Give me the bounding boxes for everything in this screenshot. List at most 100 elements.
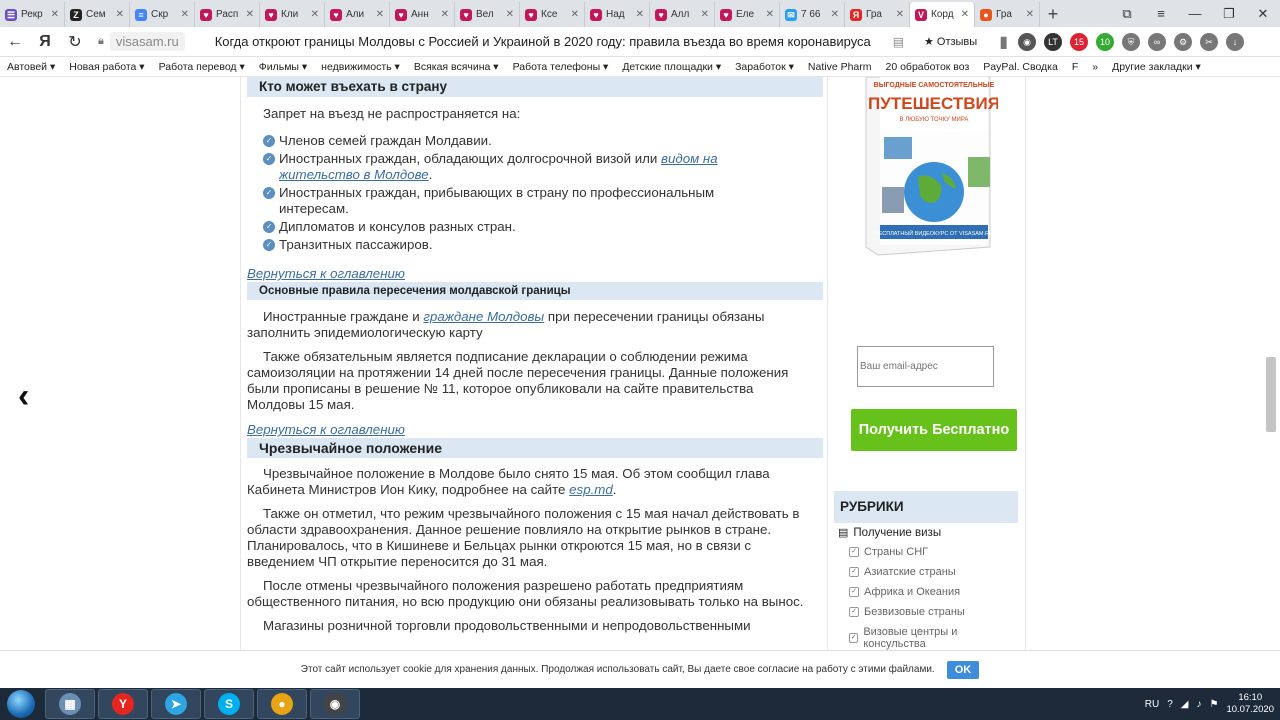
bookmark-item[interactable]: » [1085, 61, 1105, 73]
close-icon[interactable]: ✕ [376, 9, 384, 20]
settings-icon[interactable]: ⚙ [1174, 32, 1192, 51]
tab-15[interactable]: ● Гра ✕ [975, 2, 1040, 27]
close-icon[interactable]: ✕ [571, 9, 579, 20]
close-icon[interactable]: ✕ [116, 9, 124, 20]
bookmark-item[interactable]: Фильмы ▾ [252, 61, 314, 73]
back-to-toc-link[interactable]: Вернуться к оглавлению [247, 266, 805, 282]
ext-badge-icon-2[interactable]: 10 [1096, 32, 1114, 51]
tab-11[interactable]: ♥ Еле ✕ [715, 2, 780, 27]
reload-button[interactable]: ↻ [60, 32, 90, 52]
tab-3[interactable]: ♥ Расп ✕ [195, 2, 260, 27]
flag-icon[interactable]: ⚑ [1209, 699, 1218, 710]
rubric-visa[interactable]: ▤ Получение визы [838, 526, 941, 540]
address-bar: ← Я ↻ 🔒︎ visasam.ru Когда откроют границ… [0, 27, 1280, 57]
bookmark-item[interactable]: F [1065, 61, 1085, 73]
tab-10[interactable]: ♥ Алл ✕ [650, 2, 715, 27]
clock[interactable]: 16:10 10.07.2020 [1226, 692, 1274, 716]
maximize-button[interactable]: ❐ [1212, 0, 1246, 27]
back-button[interactable]: ← [0, 33, 30, 51]
close-icon[interactable]: ✕ [701, 9, 709, 20]
bookmark-item[interactable]: Новая работа ▾ [62, 61, 151, 73]
rubric-item[interactable]: ✓ Африка и Океания [849, 586, 1009, 598]
tab-4[interactable]: ♥ Кли ✕ [260, 2, 325, 27]
help-icon[interactable]: ? [1167, 699, 1173, 710]
bookmark-item[interactable]: Другие закладки ▾ [1105, 61, 1208, 73]
scroll-up-icon[interactable]: ︿ [1212, 637, 1234, 650]
scrollbar[interactable] [1266, 357, 1276, 432]
yandex-browser-taskbar-button[interactable]: Y [98, 689, 148, 719]
bookmark-item[interactable]: 20 обработок воз [879, 61, 977, 73]
volume-icon[interactable]: ♪ [1196, 699, 1201, 710]
tab-12[interactable]: ✉ 7 66 ✕ [780, 2, 845, 27]
tab-5[interactable]: ♥ Али ✕ [325, 2, 390, 27]
alice-icon[interactable]: ◉ [1018, 32, 1036, 51]
bookmark-item[interactable]: Детские площадки ▾ [615, 61, 728, 73]
screenshot-icon[interactable]: ✂ [1200, 32, 1218, 51]
close-icon[interactable]: ✕ [506, 9, 514, 20]
rubric-item[interactable]: ✓ Страны СНГ [849, 546, 1009, 558]
shield-icon[interactable]: ⛨ [1122, 32, 1140, 51]
bike-icon[interactable]: ∞ [1148, 32, 1166, 51]
tab-0[interactable]: ☰ Рекр ✕ [0, 2, 65, 27]
bookmark-item[interactable]: Работа телефоны ▾ [506, 61, 616, 73]
email-field[interactable] [857, 346, 994, 387]
tab-9[interactable]: ♥ Над ✕ [585, 2, 650, 27]
close-icon[interactable]: ✕ [1026, 9, 1034, 20]
bookmark-item[interactable]: Работа перевод ▾ [152, 61, 252, 73]
bookmark-item[interactable]: Native Pharm [801, 61, 879, 73]
ext-badge-icon[interactable]: 15 [1070, 32, 1088, 51]
close-icon[interactable]: ✕ [831, 9, 839, 20]
close-icon[interactable]: ✕ [51, 9, 59, 20]
tab-7[interactable]: ♥ Вел ✕ [455, 2, 520, 27]
rubric-item[interactable]: ✓ Азиатские страны [849, 566, 1009, 578]
close-icon[interactable]: ✕ [896, 9, 904, 20]
reader-icon[interactable]: ▤ [893, 35, 904, 49]
tab-8[interactable]: ♥ Ксе ✕ [520, 2, 585, 27]
bookmark-item[interactable]: Всякая всячина ▾ [407, 61, 506, 73]
get-free-button[interactable]: Получить Бесплатно [851, 409, 1017, 451]
course-banner[interactable]: ВЫГОДНЫЕ САМОСТОЯТЕЛЬНЫЕ ПУТЕШЕСТВИЯ В Л… [858, 77, 1000, 277]
tab-1[interactable]: Z Сем ✕ [65, 2, 130, 27]
bookmark-icon[interactable]: ▮ [999, 32, 1008, 52]
bookmark-item[interactable]: Заработок ▾ [728, 61, 801, 73]
tab-6[interactable]: ♥ Анн ✕ [390, 2, 455, 27]
media-taskbar-button[interactable]: ◉ [310, 689, 360, 719]
esp-link[interactable]: esp.md [569, 482, 613, 497]
network-icon[interactable]: ◢ [1181, 699, 1189, 710]
close-icon[interactable]: ✕ [311, 9, 319, 20]
telegram-taskbar-button[interactable]: ➤ [151, 689, 201, 719]
close-icon[interactable]: ✕ [181, 9, 189, 20]
minimize-button[interactable]: — [1178, 0, 1212, 27]
skype-taskbar-button[interactable]: S [204, 689, 254, 719]
close-icon[interactable]: ✕ [636, 9, 644, 20]
yandex-logo-icon[interactable]: Я [30, 33, 60, 51]
new-tab-button[interactable]: + [1040, 2, 1066, 27]
lt-icon[interactable]: LT [1044, 32, 1062, 51]
reviews-button[interactable]: ★ Отзывы [924, 35, 977, 48]
close-icon[interactable]: ✕ [961, 9, 969, 20]
bookmark-item[interactable]: Автовей ▾ [0, 61, 62, 73]
close-icon[interactable]: ✕ [246, 9, 254, 20]
cookie-ok-button[interactable]: OK [946, 660, 980, 679]
rubric-item[interactable]: ✓ Безвизовые страны [849, 606, 1009, 618]
rubric-item[interactable]: ✓ Визовые центры и консульства [849, 626, 1009, 650]
tab-14[interactable]: V Корд ✕ [910, 2, 975, 27]
bookmark-item[interactable]: недвижимость ▾ [314, 61, 407, 73]
start-button[interactable] [0, 688, 42, 720]
tab-menu-icon[interactable]: ⧉ [1110, 0, 1144, 27]
calculator-taskbar-button[interactable]: ▦ [45, 689, 95, 719]
chevron-left-icon[interactable]: ‹ [18, 377, 29, 416]
download-icon[interactable]: ↓ [1226, 32, 1244, 51]
close-icon[interactable]: ✕ [766, 9, 774, 20]
language-indicator[interactable]: RU [1145, 699, 1159, 710]
close-button[interactable]: ✕ [1246, 0, 1280, 27]
tab-2[interactable]: ≡ Скр ✕ [130, 2, 195, 27]
close-icon[interactable]: ✕ [441, 9, 449, 20]
url-field[interactable]: 🔒︎ visasam.ru Когда откроют границы Молд… [98, 29, 1008, 55]
chrome-taskbar-button[interactable]: ● [257, 689, 307, 719]
tab-13[interactable]: Я Гра ✕ [845, 2, 910, 27]
back-to-toc-link-2[interactable]: Вернуться к оглавлению [247, 422, 805, 438]
moldova-citizens-link[interactable]: граждане Молдовы [423, 309, 544, 324]
menu-icon[interactable]: ≡ [1144, 0, 1178, 27]
bookmark-item[interactable]: PayPal. Сводка [976, 61, 1065, 73]
